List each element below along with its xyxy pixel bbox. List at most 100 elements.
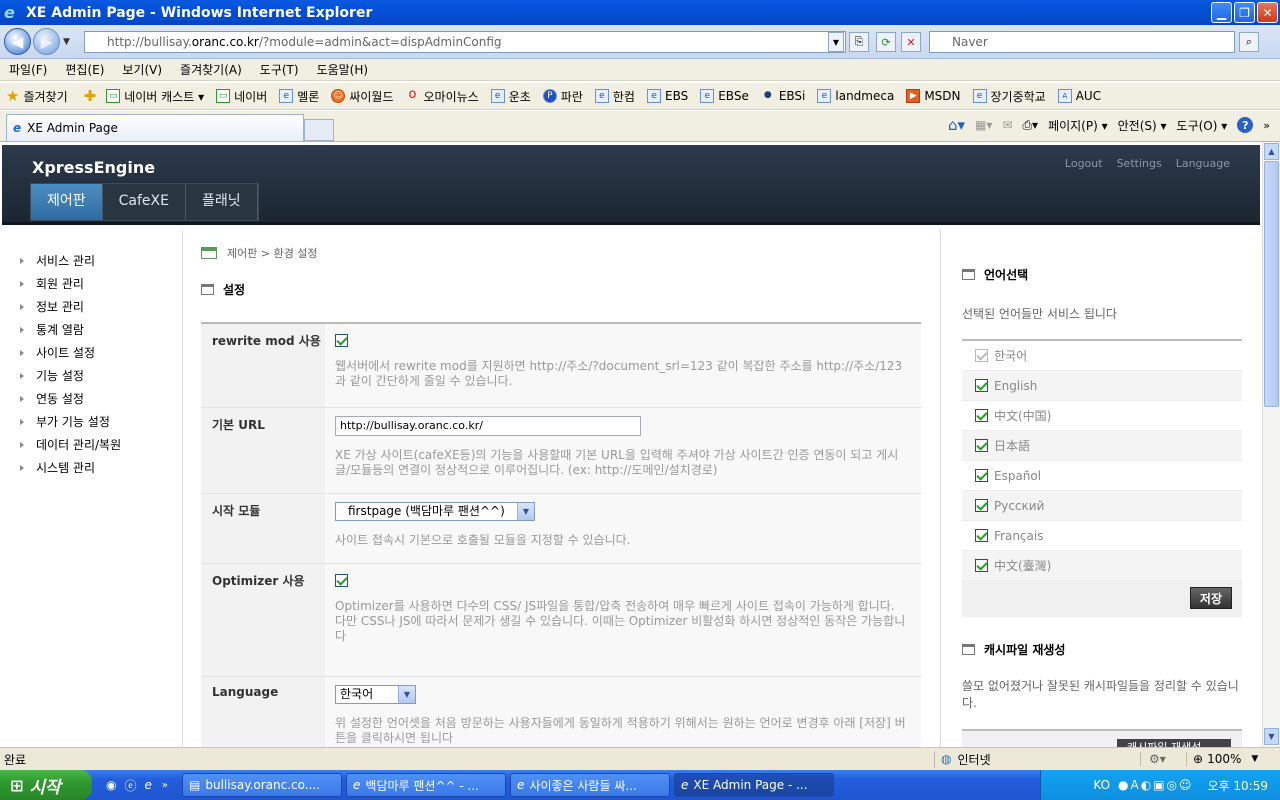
lnb-item-stats[interactable]: 통계 열람 bbox=[20, 318, 182, 341]
lang-item[interactable]: 한국어 bbox=[962, 341, 1242, 371]
clock[interactable]: 오후 10:59 bbox=[1208, 777, 1268, 794]
minimize-button[interactable]: ▁ bbox=[1211, 2, 1232, 23]
protected-mode-icon[interactable]: ⚙▾ bbox=[1140, 752, 1186, 766]
new-tab-button[interactable] bbox=[304, 119, 334, 141]
fav-item[interactable]: e EBSe bbox=[700, 89, 749, 103]
zone-indicator[interactable]: ◍ 인터넷 bbox=[934, 750, 1140, 768]
search-input[interactable]: Naver bbox=[929, 31, 1235, 53]
gnb-cafexe[interactable]: CafeXE bbox=[103, 184, 186, 220]
fav-item[interactable]: e landmeca bbox=[817, 89, 894, 103]
logout-link[interactable]: Logout bbox=[1065, 157, 1103, 170]
zoom-control[interactable]: ⊕ 100% ▼ bbox=[1186, 752, 1258, 766]
scroll-up-icon[interactable]: ▲ bbox=[1264, 143, 1279, 160]
menu-view[interactable]: 보기(V) bbox=[113, 61, 171, 78]
address-input[interactable]: http://bullisay.oranc.co.kr/?module=admi… bbox=[84, 31, 846, 53]
lang-item[interactable]: 中文(中国) bbox=[962, 401, 1242, 431]
close-button[interactable]: ✕ bbox=[1257, 2, 1278, 23]
ime-indicator[interactable]: KO bbox=[1093, 778, 1110, 792]
lang-item[interactable]: Español bbox=[962, 461, 1242, 491]
fav-item[interactable]: e 멜론 bbox=[279, 88, 319, 105]
lnb-item-addon[interactable]: 부가 기능 설정 bbox=[20, 410, 182, 433]
refresh-icon[interactable]: ⟳ bbox=[876, 32, 896, 52]
tab-xe-admin[interactable]: e XE Admin Page bbox=[6, 114, 304, 141]
fav-item[interactable]: o 오마이뉴스 bbox=[406, 88, 479, 105]
fav-item[interactable]: e 한컴 bbox=[594, 88, 635, 105]
lang-checkbox[interactable] bbox=[975, 379, 988, 392]
back-button[interactable]: ◀ bbox=[4, 28, 31, 55]
quicklaunch-firefox-icon[interactable]: ◉ bbox=[106, 778, 116, 792]
scroll-thumb[interactable] bbox=[1264, 161, 1279, 407]
task-item[interactable]: ▤ bullisay.oranc.co.... bbox=[182, 773, 343, 797]
page-menu[interactable]: 페이지(P) ▾ bbox=[1048, 117, 1108, 134]
start-button[interactable]: ⊞ 시작 bbox=[0, 770, 92, 800]
lang-item[interactable]: Русский bbox=[962, 491, 1242, 521]
menu-file[interactable]: 파일(F) bbox=[0, 61, 56, 78]
lang-checkbox[interactable] bbox=[975, 559, 988, 572]
lnb-item-data[interactable]: 데이터 관리/복원 bbox=[20, 433, 182, 456]
mail-icon[interactable]: ✉ bbox=[1002, 118, 1012, 132]
optimizer-checkbox[interactable] bbox=[335, 574, 348, 587]
safety-menu[interactable]: 안전(S) ▾ bbox=[1118, 117, 1167, 134]
regenerate-cache-button[interactable]: 캐시파일 재생성 bbox=[1117, 739, 1231, 747]
task-item[interactable]: e 사이좋은 사람들 싸... bbox=[510, 773, 671, 797]
menu-tools[interactable]: 도구(T) bbox=[251, 61, 308, 78]
fav-item[interactable]: P 파란 bbox=[542, 88, 583, 105]
fav-item[interactable]: ▭ 네이버 bbox=[216, 88, 267, 105]
scroll-down-icon[interactable]: ▼ bbox=[1264, 728, 1279, 745]
fav-item[interactable]: ▶ MSDN bbox=[906, 89, 961, 103]
gnb-planet[interactable]: 플래닛 bbox=[186, 184, 258, 220]
forward-button[interactable]: ▶ bbox=[33, 28, 60, 55]
lang-checkbox[interactable] bbox=[975, 409, 988, 422]
fav-item[interactable]: e 운초 bbox=[490, 88, 531, 105]
lang-checkbox[interactable] bbox=[975, 499, 988, 512]
window-titlebar[interactable]: e XE Admin Page - Windows Internet Explo… bbox=[0, 0, 1280, 25]
favorites-button[interactable]: ★ 즐겨찾기 bbox=[6, 87, 68, 105]
lang-item[interactable]: English bbox=[962, 371, 1242, 401]
help-icon[interactable]: ? bbox=[1237, 117, 1254, 133]
address-dropdown-icon[interactable]: ▼ bbox=[828, 32, 844, 52]
lang-item[interactable]: 中文(臺灣) bbox=[962, 551, 1242, 581]
fav-item[interactable]: e 장기중학교 bbox=[972, 88, 1046, 105]
lang-checkbox[interactable] bbox=[975, 439, 988, 452]
menu-edit[interactable]: 편집(E) bbox=[56, 61, 113, 78]
language-link[interactable]: Language bbox=[1176, 157, 1230, 170]
quicklaunch-more-icon[interactable]: » bbox=[162, 780, 168, 791]
lnb-item-member[interactable]: 회원 관리 bbox=[20, 272, 182, 295]
vertical-scrollbar[interactable]: ▲ ▼ bbox=[1262, 142, 1280, 747]
add-favorite-icon[interactable]: ✚ bbox=[84, 87, 97, 105]
menu-favorites[interactable]: 즐겨찾기(A) bbox=[171, 61, 251, 78]
default-url-input[interactable]: http://bullisay.oranc.co.kr/ bbox=[335, 416, 641, 436]
lnb-item-site[interactable]: 사이트 설정 bbox=[20, 341, 182, 364]
task-item[interactable]: e 백담마루 팬션^^ - ... bbox=[346, 773, 507, 797]
history-dropdown-icon[interactable]: ▼ bbox=[63, 37, 70, 47]
home-icon[interactable]: ⌂▾ bbox=[948, 116, 965, 134]
fav-item[interactable]: e EBS bbox=[646, 89, 688, 103]
lnb-item-info[interactable]: 정보 관리 bbox=[20, 295, 182, 318]
breadcrumb-text[interactable]: 제어판 > 환경 설정 bbox=[227, 245, 318, 261]
start-module-select[interactable]: firstpage (백담마루 팬션^^) ▼ bbox=[335, 502, 535, 521]
language-select[interactable]: 한국어 ▼ bbox=[335, 685, 416, 704]
lang-item[interactable]: 日本語 bbox=[962, 431, 1242, 461]
print-icon[interactable]: ⎙▾ bbox=[1022, 118, 1038, 133]
lang-checkbox[interactable] bbox=[975, 469, 988, 482]
feeds-icon[interactable]: ▦▾ bbox=[975, 118, 992, 132]
tools-menu[interactable]: 도구(O) ▾ bbox=[1177, 117, 1228, 134]
gnb-control-panel[interactable]: 제어판 bbox=[31, 184, 103, 220]
lang-checkbox[interactable] bbox=[975, 529, 988, 542]
fav-item[interactable]: ▭ 네이버 캐스트 ▾ bbox=[106, 88, 204, 105]
lnb-item-feature[interactable]: 기능 설정 bbox=[20, 364, 182, 387]
tray-icons[interactable]: ●A◐▣◎☺ bbox=[1118, 778, 1193, 792]
lnb-item-link[interactable]: 연동 설정 bbox=[20, 387, 182, 410]
xe-logo[interactable]: XpressEngine bbox=[32, 158, 155, 177]
quicklaunch-ie-icon[interactable]: ⓔ bbox=[124, 777, 136, 794]
lnb-item-service[interactable]: 서비스 관리 bbox=[20, 249, 182, 272]
rewrite-checkbox[interactable] bbox=[335, 334, 348, 347]
settings-link[interactable]: Settings bbox=[1117, 157, 1162, 170]
menu-help[interactable]: 도움말(H) bbox=[308, 61, 378, 78]
fav-item[interactable]: A AUC bbox=[1057, 89, 1101, 103]
lnb-item-system[interactable]: 시스템 관리 bbox=[20, 456, 182, 479]
save-button[interactable]: 저장 bbox=[1189, 587, 1232, 609]
fav-item[interactable]: ● EBSi bbox=[761, 89, 806, 103]
compat-view-icon[interactable]: ⎘ bbox=[849, 32, 869, 52]
search-icon[interactable]: ⌕ bbox=[1239, 32, 1259, 52]
